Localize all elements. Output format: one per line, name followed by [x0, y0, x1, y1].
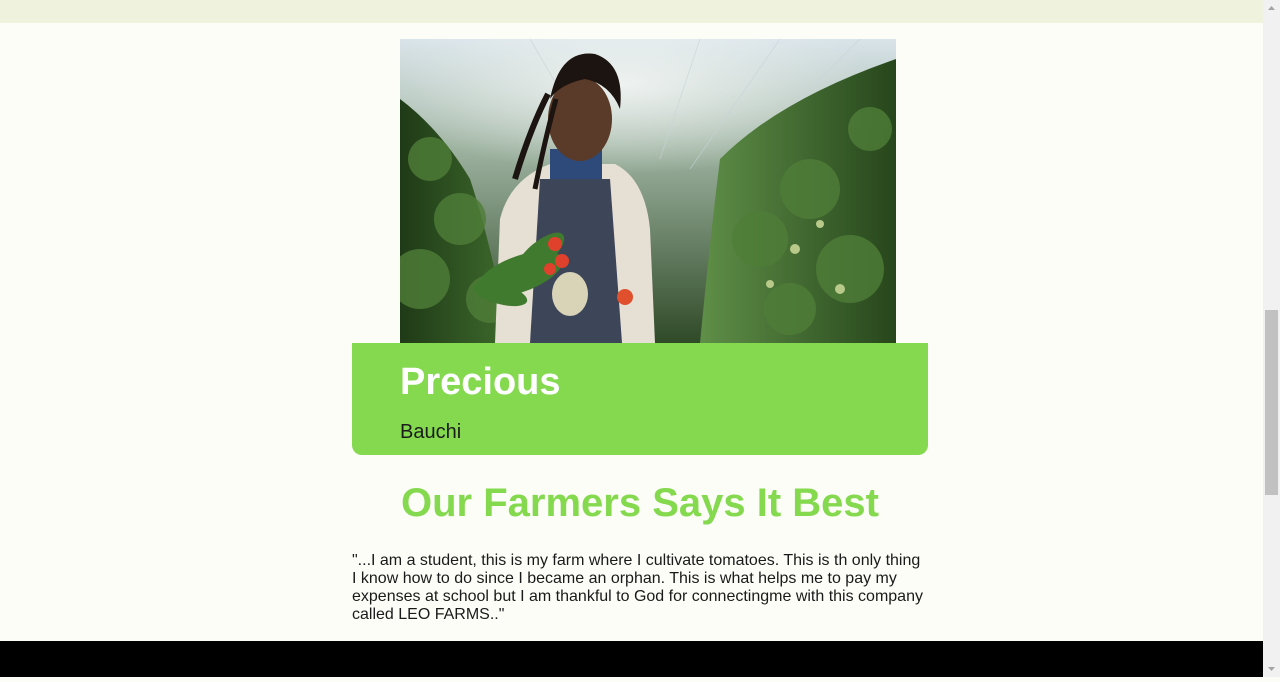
scrollbar-thumb[interactable]	[1265, 310, 1278, 495]
scroll-down-arrow-icon[interactable]	[1263, 660, 1280, 677]
section-title: Our Farmers Says It Best	[401, 481, 879, 525]
top-nav-strip	[0, 0, 1263, 23]
testimonial-quote: "...I am a student, this is my farm wher…	[352, 552, 923, 623]
page: Precious Bauchi Our Farmers Says It Best…	[0, 0, 1263, 677]
vertical-scrollbar[interactable]	[1263, 0, 1280, 677]
farmer-photo-illustration	[400, 39, 896, 343]
testimonial-card: Precious Bauchi	[352, 343, 928, 455]
scroll-up-arrow-icon[interactable]	[1263, 0, 1280, 17]
farmer-photo	[400, 39, 896, 343]
farmer-location: Bauchi	[400, 421, 462, 443]
footer-bar	[0, 641, 1263, 677]
farmer-name: Precious	[400, 361, 561, 403]
